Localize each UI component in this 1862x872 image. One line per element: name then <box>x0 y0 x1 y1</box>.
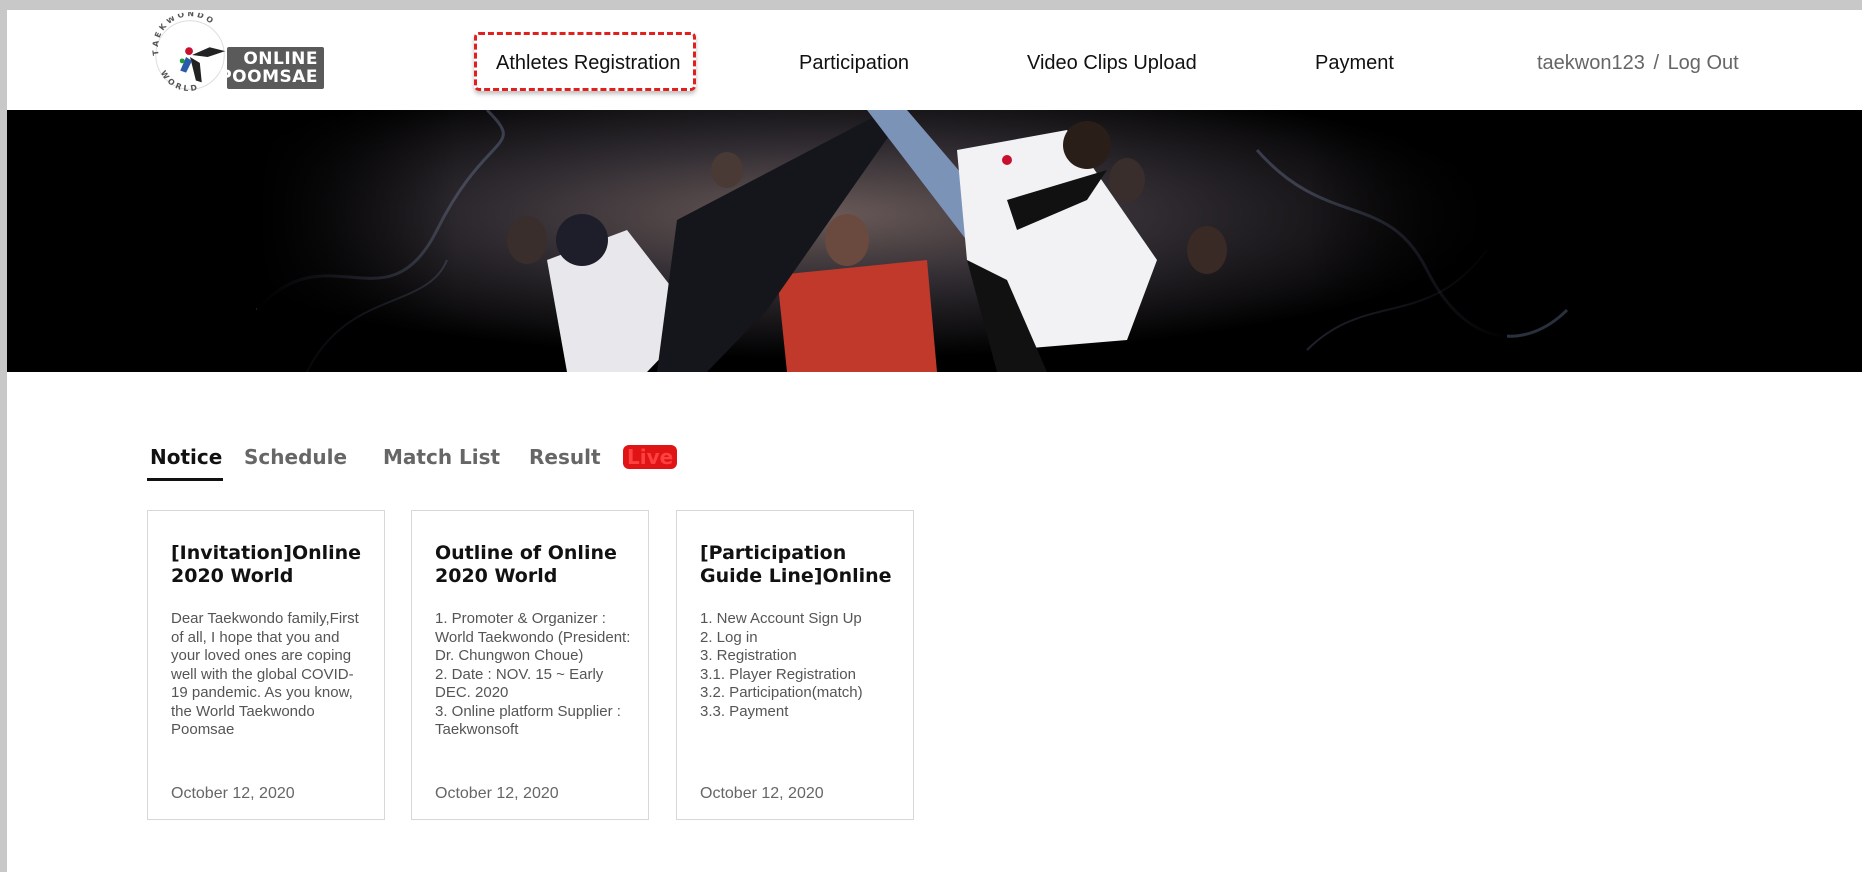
notice-card[interactable]: Outline of Online 2020 World 1. Promoter… <box>411 510 649 820</box>
notice-card-body: Dear Taekwondo family,First of all, I ho… <box>171 610 359 738</box>
notice-card-title: Outline of Online 2020 World <box>435 542 617 587</box>
active-tab-underline <box>147 478 223 481</box>
nav-participation[interactable]: Participation <box>799 52 909 75</box>
hero-banner-image <box>7 110 1862 372</box>
notice-card-body: 1. Promoter & Organizer : World Taekwond… <box>435 610 631 738</box>
tab-schedule[interactable]: Schedule <box>244 445 347 469</box>
notice-card-title: [Invitation]Online 2020 World <box>171 542 362 587</box>
notice-card-date: October 12, 2020 <box>435 785 559 802</box>
notice-card[interactable]: [Participation Guide Line]Online 1. New … <box>676 510 914 820</box>
browser-window: T A E K W O N D O W O R L D ONLINE POOMS… <box>0 0 1862 872</box>
user-area: taekwon123 / Log Out <box>1537 52 1739 75</box>
notice-card-date: October 12, 2020 <box>171 785 295 802</box>
logout-link[interactable]: Log Out <box>1668 52 1739 74</box>
site-header: T A E K W O N D O W O R L D ONLINE POOMS… <box>7 10 1862 110</box>
nav-payment[interactable]: Payment <box>1315 52 1394 75</box>
nav-athletes-registration[interactable]: Athletes Registration <box>496 52 681 75</box>
tab-result[interactable]: Result <box>529 445 601 469</box>
notice-card-body: 1. New Account Sign Up 2. Log in 3. Regi… <box>700 610 863 720</box>
notice-card[interactable]: [Invitation]Online 2020 World Dear Taekw… <box>147 510 385 820</box>
notice-card-title: [Participation Guide Line]Online <box>700 542 892 587</box>
notice-card-date: October 12, 2020 <box>700 785 824 802</box>
username-link[interactable]: taekwon123 <box>1537 52 1645 74</box>
hero-banner <box>7 110 1862 372</box>
nav-video-clips-upload[interactable]: Video Clips Upload <box>1027 52 1197 75</box>
user-separator: / <box>1653 52 1659 74</box>
tab-notice[interactable]: Notice <box>150 445 222 469</box>
tab-live[interactable]: Live <box>623 445 678 469</box>
tab-match-list[interactable]: Match List <box>383 445 500 469</box>
